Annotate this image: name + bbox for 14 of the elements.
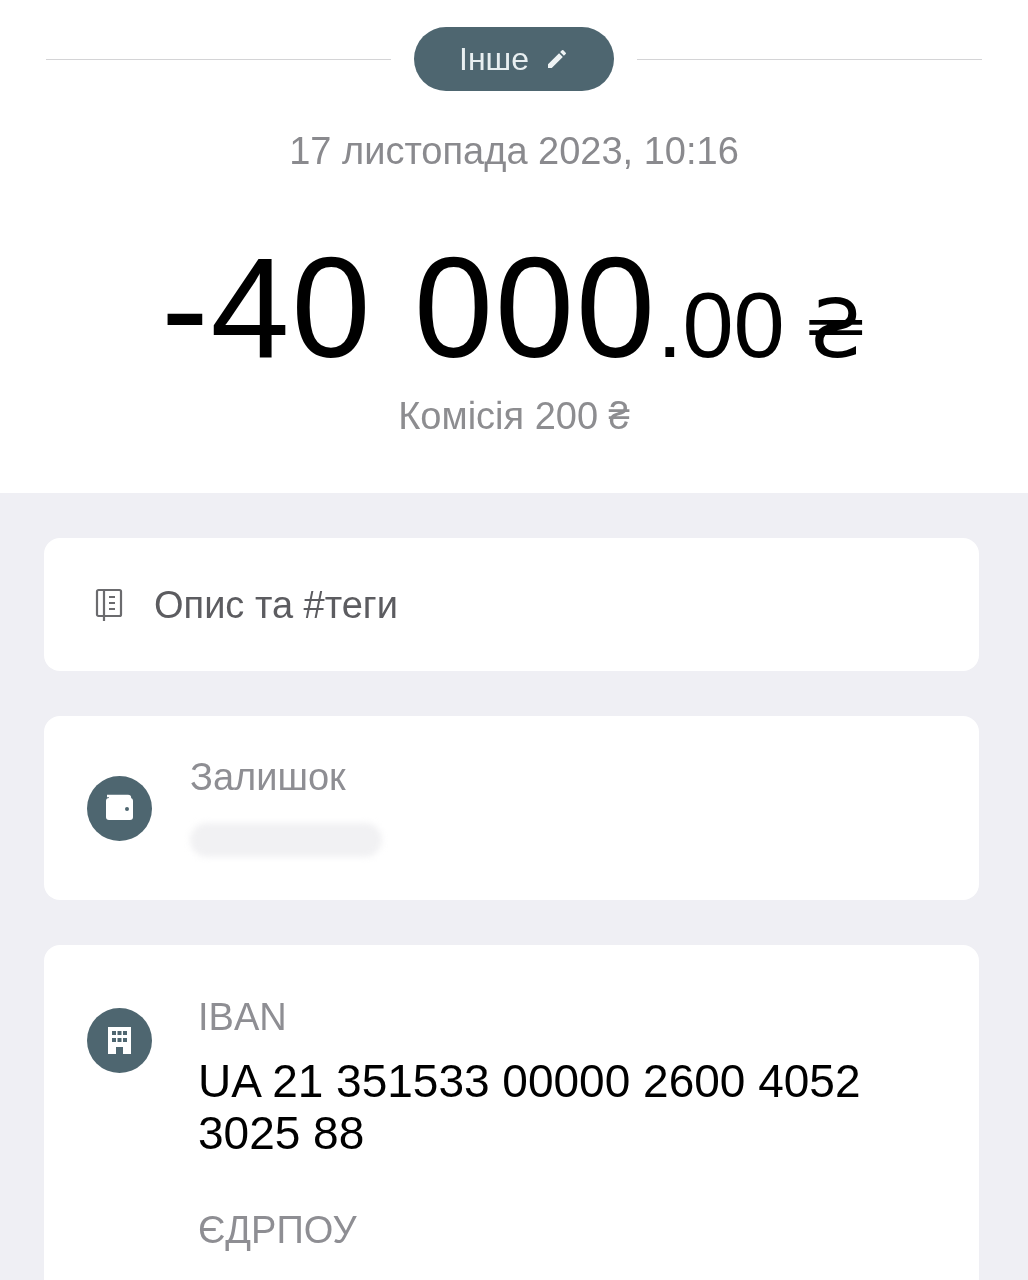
amount-fraction: .00 [656, 279, 785, 371]
category-button[interactable]: Інше [414, 27, 614, 91]
amount-integer: -40 000 [161, 237, 657, 379]
commission-text: Комісія 200 ₴ [398, 394, 630, 438]
transaction-date: 17 листопада 2023, 10:16 [289, 129, 739, 173]
balance-label: Залишок [190, 755, 347, 799]
field-label: ЄДРПОУ [198, 1208, 358, 1252]
description-tags-row[interactable]: Опис та #теги [44, 538, 979, 671]
building-icon [87, 1008, 152, 1073]
field-value: UA 21 351533 00000 2600 4052 3025 88 [198, 1055, 862, 1159]
wallet-icon [87, 775, 152, 841]
currency-sign: ₴ [804, 290, 867, 370]
notebook-icon [95, 587, 123, 622]
field-label: IBAN [198, 995, 288, 1039]
